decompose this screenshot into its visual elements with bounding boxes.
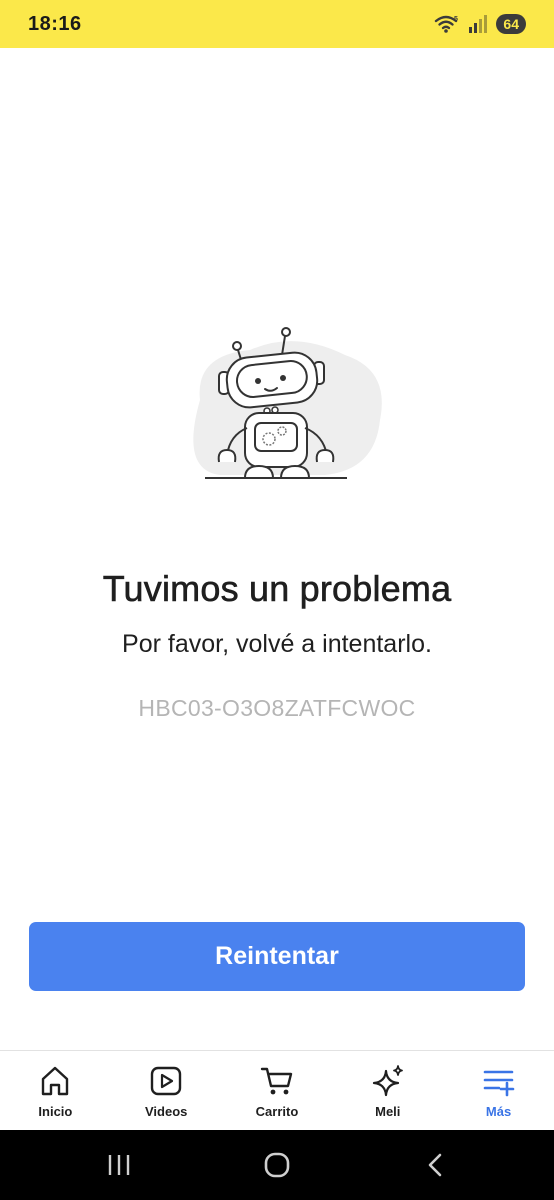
nav-label: Carrito <box>255 1104 299 1119</box>
svg-text:5: 5 <box>454 16 458 23</box>
nav-item-carrito[interactable]: Carrito <box>222 1051 332 1131</box>
nav-label: Inicio <box>38 1104 73 1119</box>
nav-item-meli[interactable]: Meli <box>333 1051 443 1131</box>
nav-label: Más <box>485 1104 512 1119</box>
recent-apps-icon <box>108 1155 130 1175</box>
status-bar: 18:16 5 64 <box>0 0 554 48</box>
error-code: HBC03-O3O8ZATFCWOC <box>138 695 416 721</box>
retry-button[interactable]: Reintentar <box>29 922 525 991</box>
error-message: Por favor, volvé a intentarlo. <box>122 630 432 658</box>
status-icons: 5 64 <box>434 14 526 34</box>
system-back-button[interactable] <box>405 1140 465 1190</box>
back-icon <box>428 1153 442 1177</box>
nav-item-mas[interactable]: Más <box>444 1051 554 1131</box>
recent-apps-button[interactable] <box>89 1140 149 1190</box>
robot-illustration <box>193 327 382 479</box>
home-icon <box>42 1066 69 1096</box>
sparkle-icon <box>372 1065 403 1097</box>
video-play-icon <box>150 1066 182 1096</box>
menu-plus-icon <box>483 1070 514 1097</box>
signal-icon <box>469 15 488 33</box>
wifi-icon: 5 <box>435 15 458 33</box>
system-nav-bar <box>0 1130 554 1200</box>
home-circle-icon <box>264 1152 290 1178</box>
nav-label: Meli <box>375 1104 401 1119</box>
nav-item-inicio[interactable]: Inicio <box>0 1051 110 1131</box>
error-screen: Tuvimos un problema Por favor, volvé a i… <box>0 48 554 1050</box>
nav-label: Videos <box>144 1104 188 1119</box>
status-time: 18:16 <box>28 12 82 35</box>
bottom-nav: Inicio Videos Carrito Meli Más <box>0 1050 554 1130</box>
nav-item-videos[interactable]: Videos <box>111 1051 221 1131</box>
cart-icon <box>260 1067 293 1095</box>
battery-icon: 64 <box>496 14 526 34</box>
error-title: Tuvimos un problema <box>102 568 452 610</box>
system-home-button[interactable] <box>247 1140 307 1190</box>
